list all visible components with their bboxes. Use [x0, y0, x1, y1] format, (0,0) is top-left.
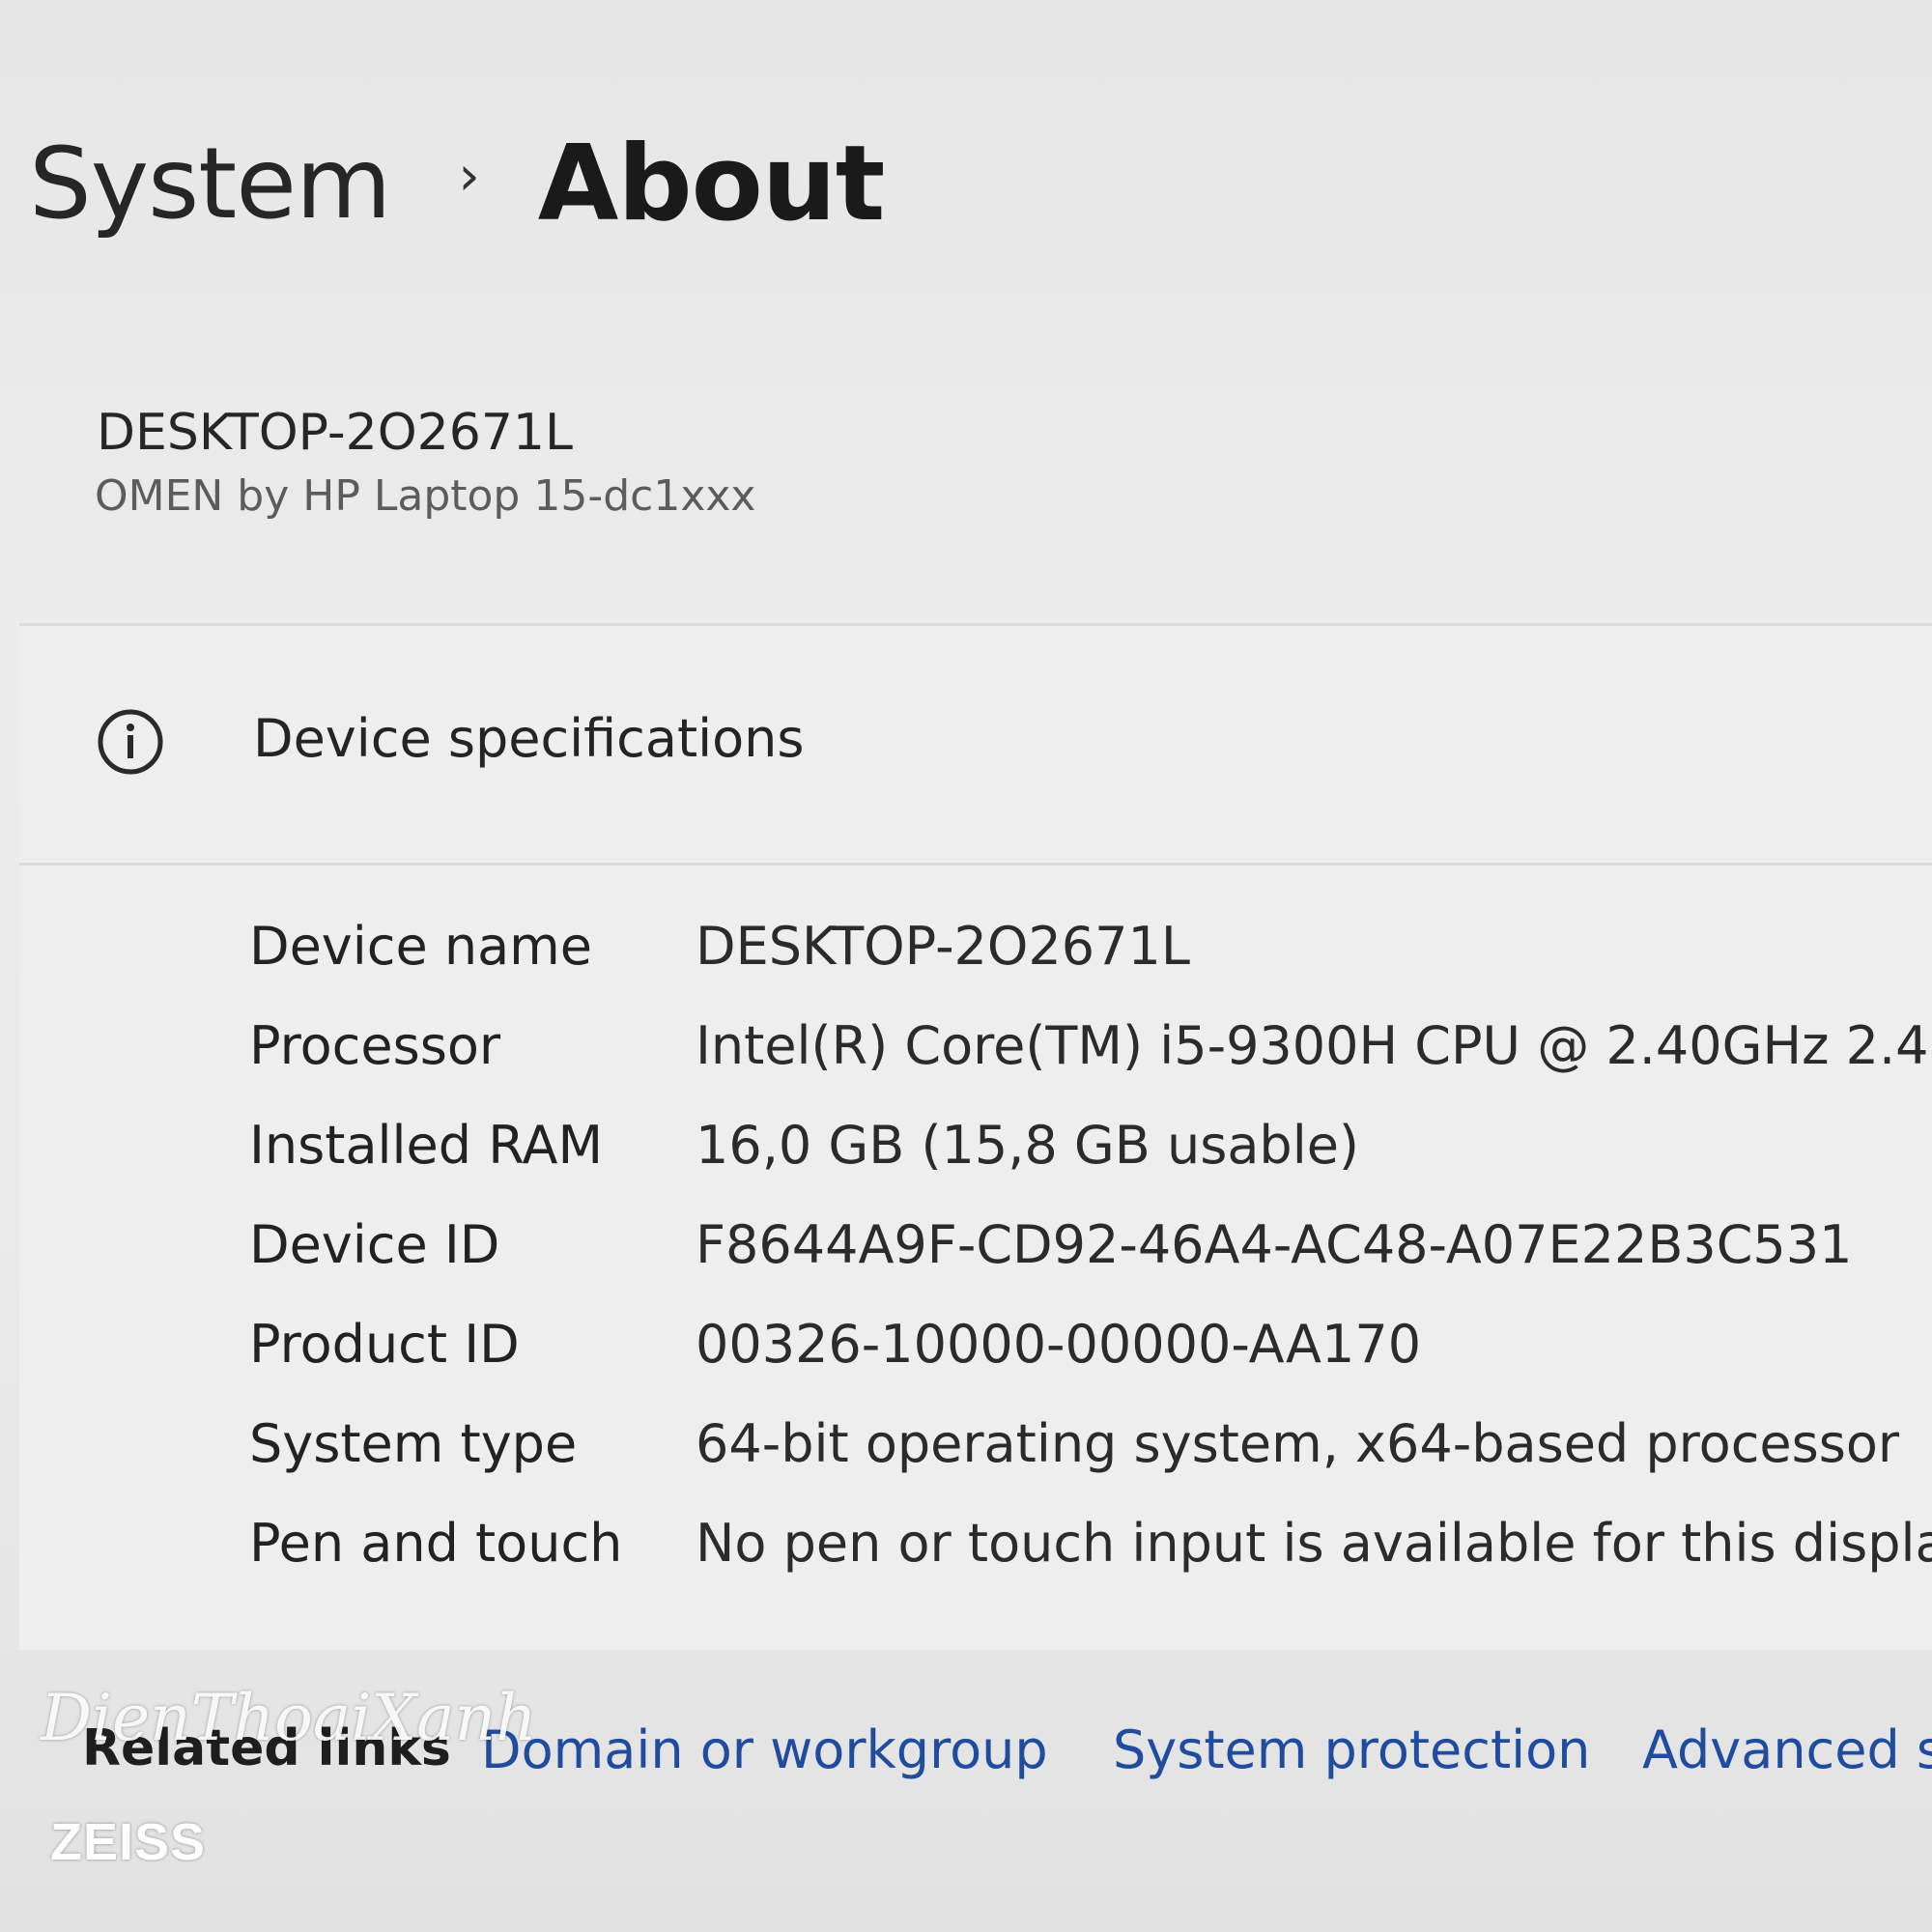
spec-value: DESKTOP-2O2671L — [696, 916, 1190, 977]
camera-brand-watermark: ZEISS — [50, 1813, 207, 1871]
device-specifications-title: Device specifications — [253, 708, 805, 769]
spec-row-device-id: Device ID F8644A9F-CD92-46A4-AC48-A07E22… — [19, 1214, 1932, 1311]
device-specifications-card: Device specifications Device name DESKTO… — [19, 623, 1932, 1650]
link-domain-or-workgroup[interactable]: Domain or workgroup — [481, 1719, 1048, 1780]
spec-value: No pen or touch input is available for t… — [696, 1513, 1932, 1574]
info-icon — [98, 709, 163, 775]
watermark-text: DienThoaiXanh — [41, 1681, 537, 1755]
breadcrumb: System › About — [29, 116, 886, 251]
spec-label: System type — [249, 1413, 578, 1474]
spec-label: Device name — [249, 916, 592, 977]
device-header-card: DESKTOP-2O2671L OMEN by HP Laptop 15-dc1… — [0, 367, 1932, 589]
link-system-protection[interactable]: System protection — [1113, 1719, 1590, 1780]
spec-label: Product ID — [249, 1314, 520, 1375]
spec-value: 16,0 GB (15,8 GB usable) — [696, 1115, 1359, 1176]
device-specifications-header[interactable]: Device specifications — [19, 626, 1932, 866]
spec-row-product-id: Product ID 00326-10000-00000-AA170 — [19, 1314, 1932, 1410]
spec-row-system-type: System type 64-bit operating system, x64… — [19, 1413, 1932, 1510]
spec-value: Intel(R) Core(TM) i5-9300H CPU @ 2.40GHz… — [696, 1015, 1932, 1076]
spec-label: Installed RAM — [249, 1115, 604, 1176]
spec-row-installed-ram: Installed RAM 16,0 GB (15,8 GB usable) — [19, 1115, 1932, 1211]
spec-row-processor: Processor Intel(R) Core(TM) i5-9300H CPU… — [19, 1015, 1932, 1112]
settings-window: System › About DESKTOP-2O2671L OMEN by H… — [0, 0, 1932, 1932]
spec-label: Device ID — [249, 1214, 500, 1275]
device-name-heading: DESKTOP-2O2671L — [97, 404, 573, 462]
breadcrumb-system[interactable]: System — [29, 127, 391, 242]
spec-label: Processor — [249, 1015, 501, 1076]
spec-row-pen-and-touch: Pen and touch No pen or touch input is a… — [19, 1513, 1932, 1609]
spec-value: 00326-10000-00000-AA170 — [696, 1314, 1422, 1375]
chevron-right-icon: › — [458, 144, 480, 208]
spec-value: F8644A9F-CD92-46A4-AC48-A07E22B3C531 — [696, 1214, 1853, 1275]
page-title: About — [537, 123, 886, 244]
device-model: OMEN by HP Laptop 15-dc1xxx — [95, 471, 756, 521]
spec-row-device-name: Device name DESKTOP-2O2671L — [19, 916, 1932, 1012]
link-advanced-system-settings[interactable]: Advanced sy — [1642, 1719, 1932, 1780]
spec-value: 64-bit operating system, x64-based proce… — [696, 1413, 1900, 1474]
spec-label: Pen and touch — [249, 1513, 623, 1574]
